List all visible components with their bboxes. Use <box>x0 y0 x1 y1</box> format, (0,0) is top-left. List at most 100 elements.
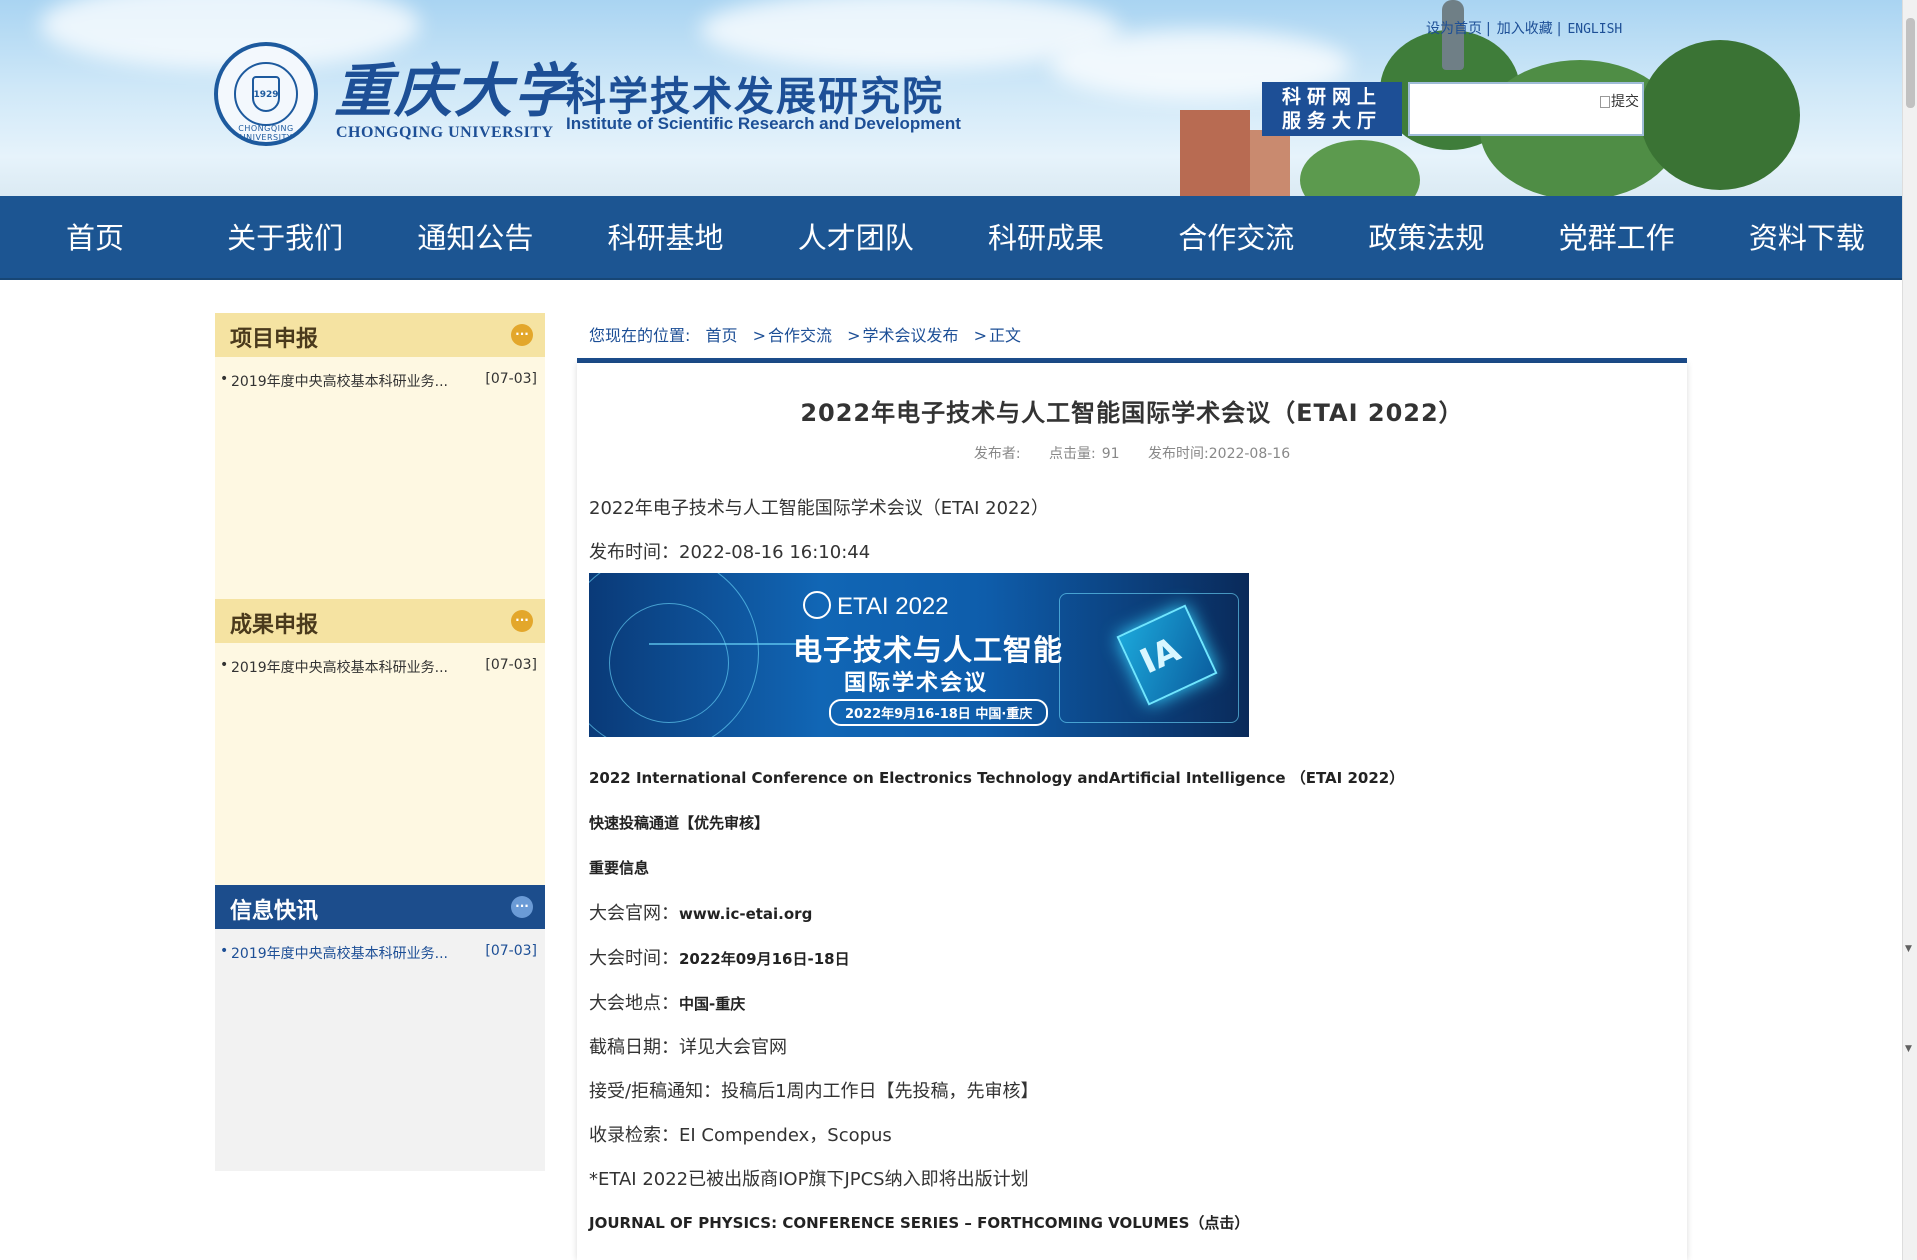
breadcrumb-cooperation[interactable]: 合作交流 <box>768 326 832 345</box>
more-icon[interactable]: ··· <box>511 610 533 632</box>
institute-name-en: Institute of Scientific Research and Dev… <box>566 114 961 133</box>
paragraph: 2022年电子技术与人工智能国际学术会议（ETAI 2022） <box>589 498 1049 519</box>
banner-date-badge: 2022年9月16-18日 中国·重庆 <box>829 699 1049 726</box>
paragraph: 重要信息 <box>589 859 650 877</box>
list-item[interactable]: • 2019年度中央高校基本科研业务... [07-03] <box>215 943 545 965</box>
tree-decoration <box>1640 40 1800 190</box>
page-scrollbar[interactable]: ▼ ▼ <box>1902 0 1917 1260</box>
article-title: 2022年电子技术与人工智能国际学术会议（ETAI 2022） <box>800 399 1464 427</box>
conference-website-link[interactable]: www.ic-etai.org <box>679 905 812 923</box>
meta-publisher: 发布者: <box>973 446 1021 462</box>
sidebar-block-title: 信息快讯 <box>230 899 319 924</box>
meta-clicks: 91 <box>1101 446 1120 462</box>
search-submit-alt: 提交 <box>1611 94 1639 110</box>
paragraph: 收录检索：EI Compendex，Scopus <box>589 1125 892 1146</box>
list-item-date: [07-03] <box>485 657 537 673</box>
nav-home[interactable]: 首页 <box>0 196 190 278</box>
link-separator: | <box>1486 21 1491 37</box>
list-item[interactable]: • 2019年度中央高校基本科研业务... [07-03] <box>215 657 545 679</box>
meta-time-label: 发布时间: <box>1148 446 1209 462</box>
sidebar-news-flash: 信息快讯 ··· • 2019年度中央高校基本科研业务... [07-03] <box>215 885 545 1171</box>
nav-party-work[interactable]: 党群工作 <box>1522 196 1712 278</box>
sidebar-block-header: 成果申报 ··· <box>215 599 545 643</box>
sidebar-result-application: 成果申报 ··· • 2019年度中央高校基本科研业务... [07-03] <box>215 599 545 885</box>
meta-time: 2022-08-16 <box>1208 446 1291 462</box>
search-submit-button[interactable]: 提交 <box>1600 92 1640 132</box>
paragraph: 2022 International Conference on Electro… <box>589 769 1405 787</box>
list-item-text: 2019年度中央高校基本科研业务... <box>231 374 448 390</box>
more-icon[interactable]: ··· <box>511 896 533 918</box>
conference-logo-icon <box>803 591 831 619</box>
banner-subtitle: 电子技术与人工智能 <box>793 633 1064 667</box>
sidebar-block-body: • 2019年度中央高校基本科研业务... [07-03] <box>215 357 545 599</box>
seal-text: CHONGQING UNIVERSITY <box>238 124 294 142</box>
banner-subtitle: 国际学术会议 <box>844 671 989 696</box>
list-item-text: 2019年度中央高校基本科研业务... <box>231 946 448 962</box>
nav-research-results[interactable]: 科研成果 <box>951 196 1141 278</box>
sidebar-project-application: 项目申报 ··· • 2019年度中央高校基本科研业务... [07-03] <box>215 313 545 599</box>
breadcrumb-current[interactable]: 正文 <box>989 326 1021 345</box>
paragraph: 截稿日期：详见大会官网 <box>589 1037 787 1058</box>
nav-notices[interactable]: 通知公告 <box>380 196 570 278</box>
building-decoration <box>1180 110 1250 196</box>
breadcrumb-arrow: > <box>973 326 988 345</box>
top-links: 设为首页 | 加入收藏 | ENGLISH <box>1426 18 1622 38</box>
breadcrumb-arrow: > <box>752 326 767 345</box>
breadcrumb-home[interactable]: 首页 <box>706 326 738 345</box>
list-item-date: [07-03] <box>485 943 537 959</box>
bookmark-link[interactable]: 加入收藏 <box>1497 21 1553 37</box>
jpcs-forthcoming-link[interactable]: JOURNAL OF PHYSICS: CONFERENCE SERIES – … <box>589 1212 1249 1233</box>
paragraph: 大会地点：中国-重庆 <box>589 989 745 1015</box>
paragraph: 接受/拒稿通知：投稿后1周内工作日【先投稿，先审核】 <box>589 1081 1039 1102</box>
paragraph: 大会时间：2022年09月16日-18日 <box>589 944 850 970</box>
paragraph: *ETAI 2022已被出版商IOP旗下JPCS纳入即将出版计划 <box>589 1169 1029 1190</box>
building-decoration <box>1250 130 1290 196</box>
university-name-en: CHONGQING UNIVERSITY <box>336 124 554 141</box>
paragraph: 大会官网：www.ic-etai.org <box>589 899 812 925</box>
article: 2022年电子技术与人工智能国际学术会议（ETAI 2022） 发布者: 点击量… <box>577 363 1687 1260</box>
sidebar-block-body: • 2019年度中央高校基本科研业务... [07-03] <box>215 929 545 1171</box>
list-item-date: [07-03] <box>485 371 537 387</box>
nav-cooperation[interactable]: 合作交流 <box>1141 196 1331 278</box>
link-separator: | <box>1556 21 1562 37</box>
banner-title: ETAI 2022 <box>837 593 949 620</box>
university-name-cn: 重庆大学 <box>334 57 575 125</box>
info-value: 2022年09月16日-18日 <box>679 950 850 968</box>
research-service-hall-button[interactable]: 科研网上 服务大厅 <box>1262 82 1402 136</box>
main-nav: 首页 关于我们 通知公告 科研基地 人才团队 科研成果 合作交流 政策法规 党群… <box>0 196 1902 280</box>
service-label-line1: 科研网上 <box>1281 86 1382 108</box>
list-item[interactable]: • 2019年度中央高校基本科研业务... [07-03] <box>215 371 545 393</box>
meta-clicks-label: 点击量: <box>1049 446 1096 462</box>
nav-policies[interactable]: 政策法规 <box>1331 196 1521 278</box>
nav-talent-teams[interactable]: 人才团队 <box>761 196 951 278</box>
english-link[interactable]: ENGLISH <box>1567 22 1622 37</box>
circuit-decoration <box>609 603 729 723</box>
service-label-line2: 服务大厅 <box>1281 110 1382 132</box>
set-home-link[interactable]: 设为首页 <box>1426 21 1482 37</box>
nav-research-bases[interactable]: 科研基地 <box>570 196 760 278</box>
nav-about[interactable]: 关于我们 <box>190 196 380 278</box>
sidebar-block-title: 项目申报 <box>230 327 319 352</box>
bullet: • <box>220 371 229 387</box>
list-item-text: 2019年度中央高校基本科研业务... <box>231 660 448 676</box>
nav-downloads[interactable]: 资料下载 <box>1712 196 1902 278</box>
sidebar-block-body: • 2019年度中央高校基本科研业务... [07-03] <box>215 643 545 885</box>
sidebar-block-title: 成果申报 <box>230 613 319 638</box>
sidebar-block-header: 项目申报 ··· <box>215 313 545 357</box>
scroll-down-icon[interactable]: ▼ <box>1905 944 1912 954</box>
bullet: • <box>220 657 229 673</box>
info-label: 大会地点： <box>589 993 679 1014</box>
scrollbar-thumb[interactable] <box>1906 18 1915 108</box>
breadcrumb-lead: 您现在的位置: <box>589 326 691 345</box>
search-input[interactable] <box>1414 90 1594 128</box>
info-label: 大会官网： <box>589 903 679 924</box>
broken-image-icon <box>1600 96 1610 108</box>
conference-banner-image: IA ETAI 2022 电子技术与人工智能 国际学术会议 2022年9月16-… <box>589 573 1249 737</box>
chip-label: IA <box>1134 629 1187 683</box>
more-icon[interactable]: ··· <box>511 324 533 346</box>
breadcrumb-conference-publish[interactable]: 学术会议发布 <box>863 326 959 345</box>
breadcrumb-arrow: > <box>847 326 861 345</box>
info-value: 中国-重庆 <box>679 995 746 1013</box>
university-seal-logo[interactable]: 1929 CHONGQING UNIVERSITY <box>214 42 318 146</box>
scroll-down-icon[interactable]: ▼ <box>1905 1044 1912 1054</box>
